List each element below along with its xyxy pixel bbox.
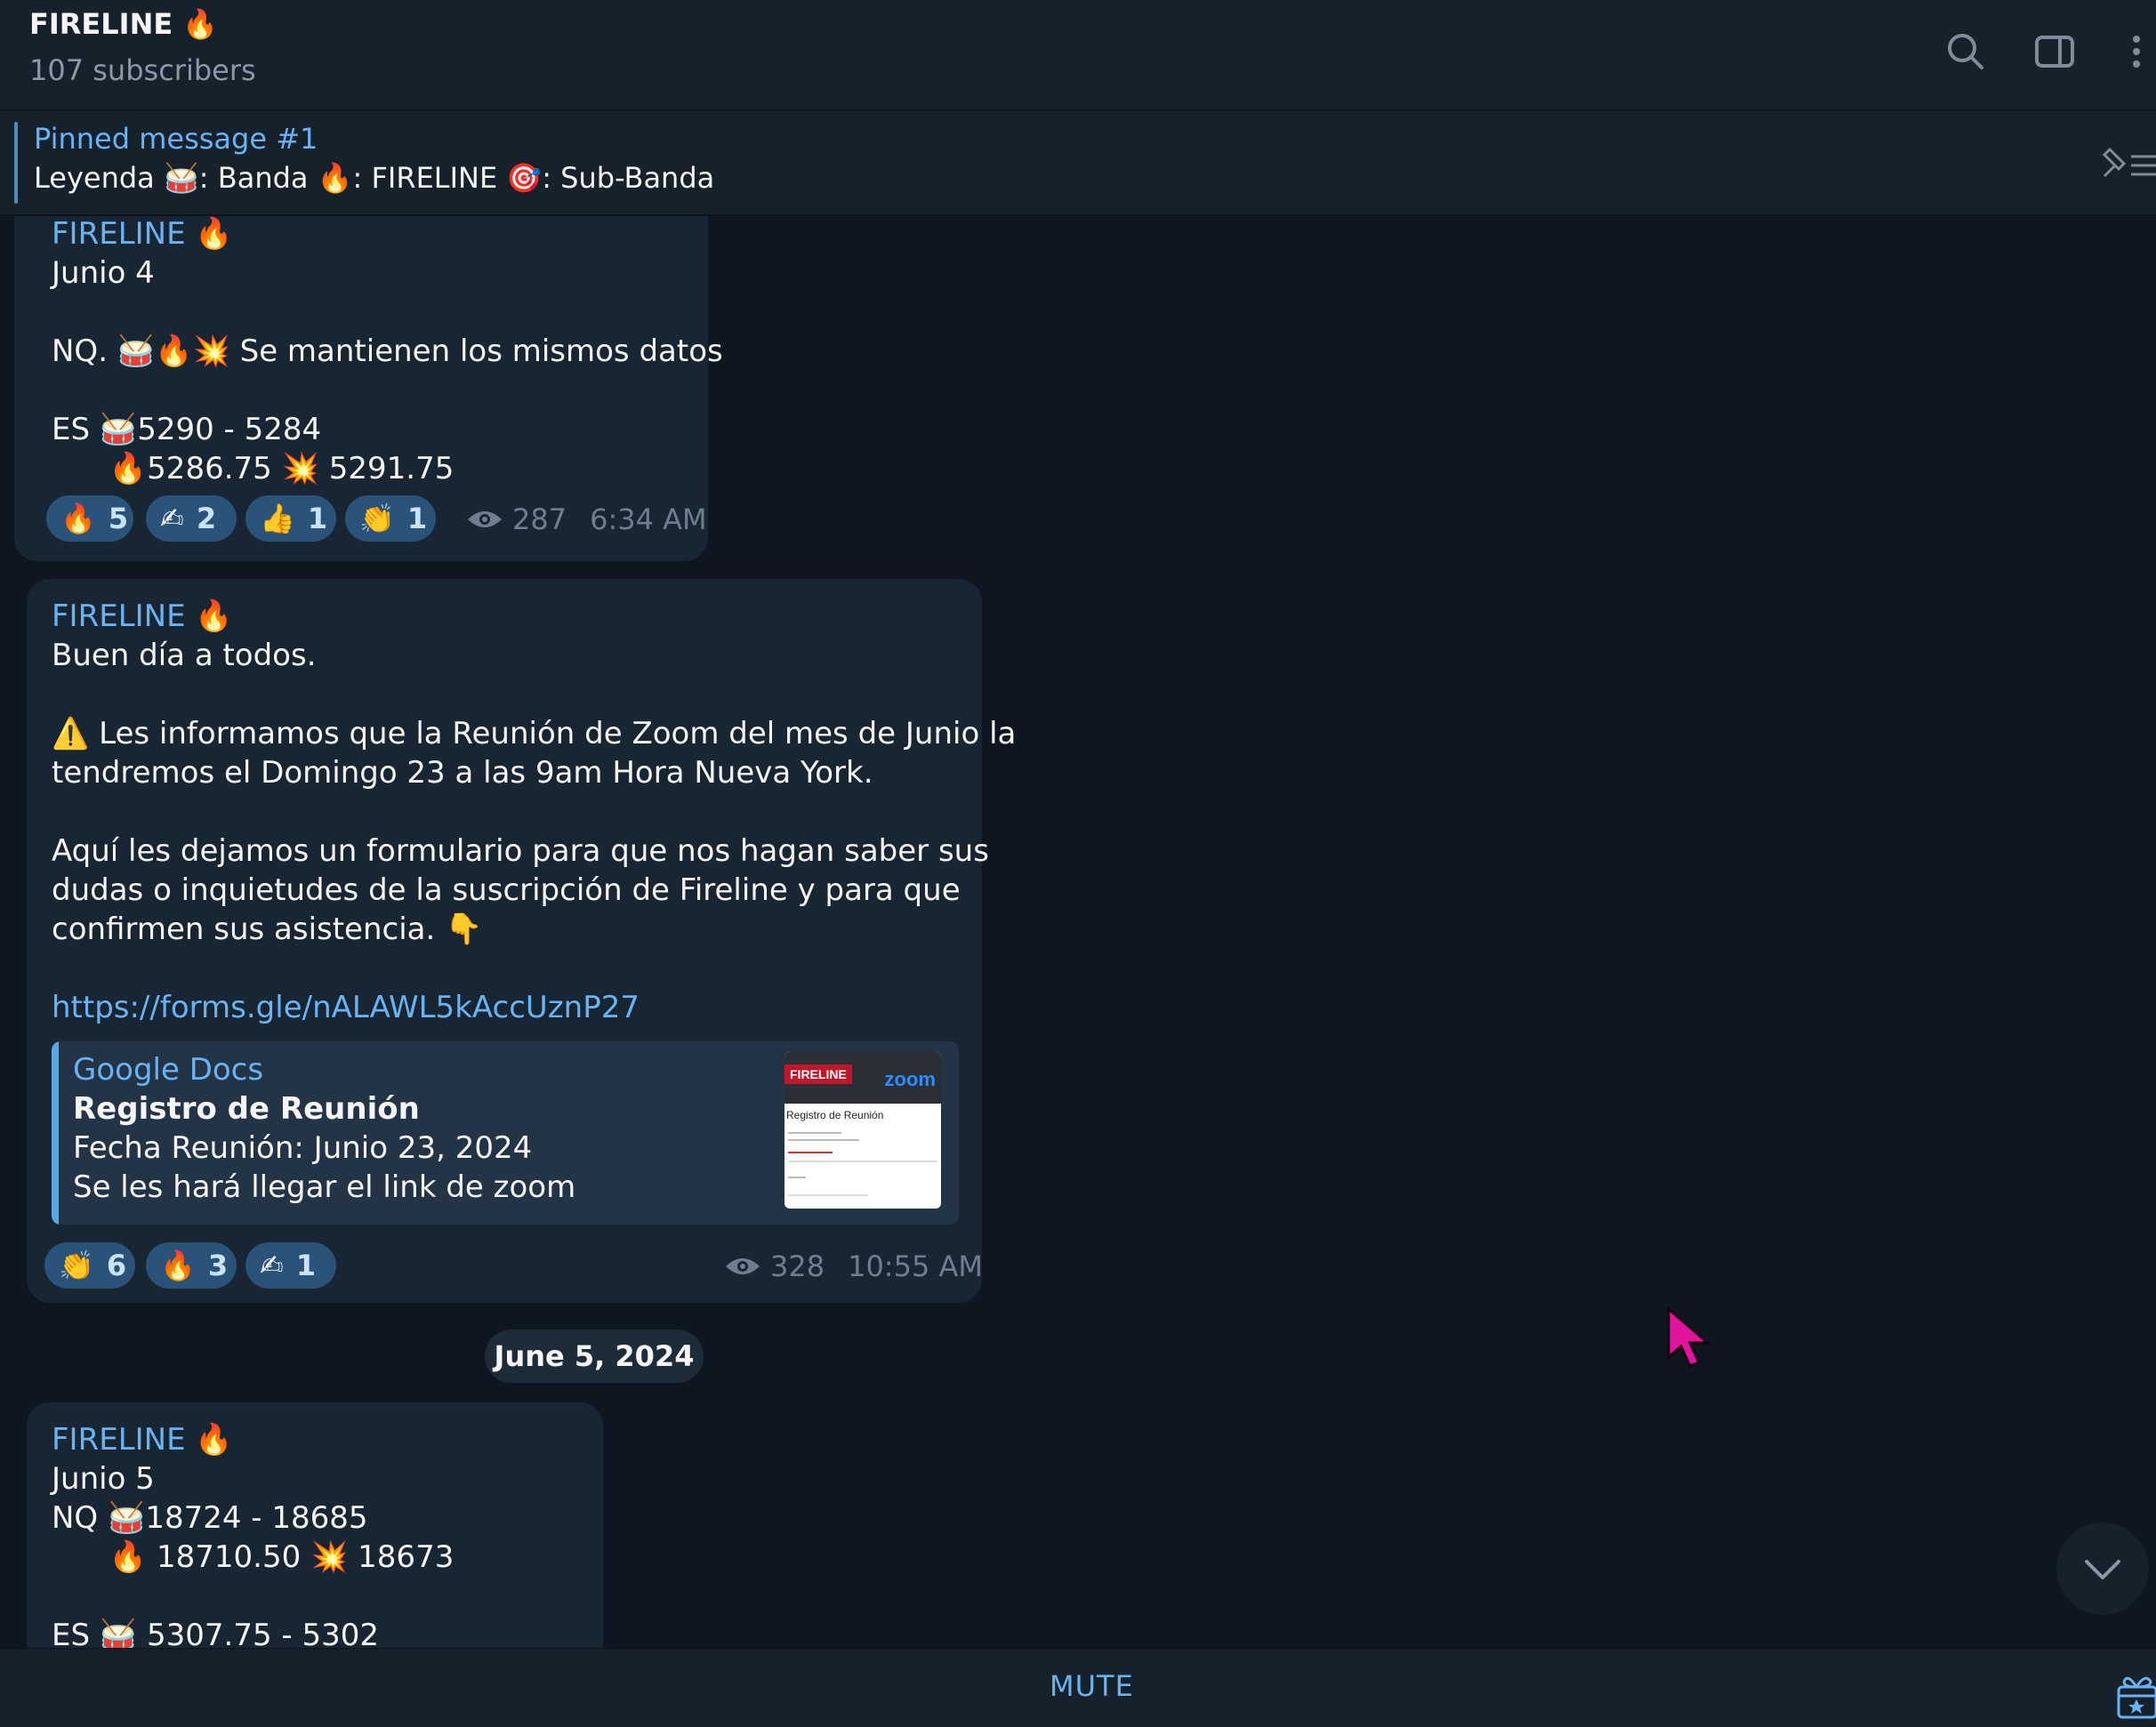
message-bubble[interactable]: FIRELINE 🔥 Junio 4 NQ. 🥁🔥💥 Se mantienen …: [14, 216, 723, 561]
thumbnail-title: Registro de Reunión: [786, 1109, 884, 1121]
chat-header[interactable]: FIRELINE 🔥 107 subscribers: [0, 0, 2156, 111]
message-bubble[interactable]: FIRELINE 🔥 Junio 5 NQ 🥁18724 - 18685 🔥 1…: [27, 1402, 603, 1648]
chat-history[interactable]: FIRELINE 🔥 Junio 4 NQ. 🥁🔥💥 Se mantienen …: [0, 216, 2156, 1648]
message-sender[interactable]: FIRELINE 🔥: [52, 216, 233, 252]
preview-accent-bar: [52, 1041, 59, 1225]
message-time: 10:55 AM: [848, 1249, 983, 1283]
message-line: ES 🥁5290 - 5284: [52, 412, 322, 447]
pinned-message-bar[interactable]: Pinned message #1 Leyenda 🥁: Banda 🔥: FI…: [0, 111, 2156, 216]
reaction-chip[interactable]: 👏 1: [345, 495, 436, 542]
preview-line: Se les hará llegar el link de zoom: [73, 1169, 576, 1205]
views-eye-icon: [468, 511, 502, 527]
message-sender[interactable]: FIRELINE 🔥: [52, 598, 233, 634]
date-separator: June 5, 2024: [485, 1329, 704, 1383]
scroll-to-bottom-button[interactable]: [2056, 1522, 2149, 1615]
preview-title: Registro de Reunión: [73, 1091, 420, 1127]
message-line: Buen día a todos.: [52, 638, 317, 673]
message-line: 🔥5286.75 💥 5291.75: [52, 451, 455, 486]
views-eye-icon: [726, 1258, 760, 1274]
reaction-count: 6: [106, 1249, 127, 1282]
message-bubble[interactable]: FIRELINE 🔥 Buen día a todos. ⚠️ Les info…: [27, 579, 1016, 1303]
reaction-emoji: ✍: [260, 1249, 284, 1282]
reaction-count: 1: [295, 1249, 317, 1282]
view-count: 328: [770, 1249, 825, 1283]
preview-thumbnail[interactable]: FIRELINE zoom Registro de Reunión: [784, 1052, 941, 1209]
message-time: 6:34 AM: [590, 502, 707, 536]
preview-line: Fecha Reunión: Junio 23, 2024: [73, 1130, 533, 1166]
form-link[interactable]: https://forms.gle/nALAWL5kAccUznP27: [52, 990, 640, 1025]
message-line: Junio 5: [52, 1461, 155, 1497]
reaction-count: 1: [406, 502, 428, 535]
reaction-emoji: 👏: [359, 502, 395, 535]
message-line: ⚠️ Les informamos que la Reunión de Zoom…: [52, 716, 1017, 751]
chevron-down-icon: [2085, 1560, 2120, 1579]
bottom-bar: MUTE: [0, 1648, 2156, 1727]
view-count: 287: [512, 502, 567, 536]
message-line: confirmen sus asistencia. 👇: [52, 912, 483, 947]
reaction-count: 2: [196, 502, 217, 535]
thumbnail-logo: FIRELINE: [784, 1064, 852, 1084]
reaction-emoji: 👍: [260, 502, 295, 535]
reaction-chip[interactable]: 🔥 5: [46, 495, 133, 542]
message-line: ES 🥁 5307.75 - 5302: [52, 1618, 380, 1648]
message-sender[interactable]: FIRELINE 🔥: [52, 1422, 233, 1458]
pinned-title: Pinned message #1: [34, 122, 318, 156]
message-line: 🔥 18710.50 💥 18673: [52, 1539, 455, 1575]
reaction-count: 3: [207, 1249, 229, 1282]
message-line: Aquí les dejamos un formulario para que …: [52, 833, 989, 869]
reaction-chip[interactable]: ✍ 1: [245, 1242, 336, 1289]
reaction-emoji: 🔥: [160, 1249, 196, 1282]
search-icon[interactable]: [1941, 27, 1991, 76]
reaction-chip[interactable]: 👍 1: [245, 495, 336, 542]
message-meta: 328 10:55 AM: [724, 1249, 983, 1283]
message-line: tendremos el Domingo 23 a las 9am Hora N…: [52, 755, 873, 791]
message-line: NQ 🥁18724 - 18685: [52, 1500, 368, 1536]
more-icon[interactable]: [2112, 27, 2154, 76]
mute-button[interactable]: MUTE: [1050, 1669, 1134, 1703]
message-line: Junio 4: [52, 255, 155, 291]
pinned-list-icon[interactable]: [2097, 141, 2156, 185]
reaction-count: 5: [108, 502, 129, 535]
reaction-chip[interactable]: ✍ 2: [146, 495, 237, 542]
reaction-emoji: 👏: [59, 1249, 94, 1282]
message-line: NQ. 🥁🔥💥 Se mantienen los mismos datos: [52, 333, 723, 369]
subscriber-count: 107 subscribers: [29, 53, 256, 87]
channel-title[interactable]: FIRELINE 🔥: [29, 7, 218, 41]
message-line: dudas o inquietudes de la suscripción de…: [52, 872, 961, 908]
preview-site: Google Docs: [73, 1052, 264, 1088]
zoom-logo: zoom: [884, 1068, 936, 1090]
pinned-text: Leyenda 🥁: Banda 🔥: FIRELINE 🎯: Sub-Band…: [34, 161, 715, 195]
reaction-emoji: ✍: [160, 502, 184, 535]
reaction-count: 1: [307, 502, 328, 535]
sidebar-toggle-icon[interactable]: [2030, 27, 2080, 76]
link-preview[interactable]: Google Docs Registro de Reunión Fecha Re…: [52, 1041, 959, 1225]
message-meta: 287 6:34 AM: [466, 502, 707, 536]
mouse-cursor-icon: [1667, 1307, 1712, 1368]
reaction-chip[interactable]: 👏 6: [44, 1242, 135, 1289]
reaction-emoji: 🔥: [60, 502, 96, 535]
pinned-indicator: [14, 122, 18, 204]
gift-icon[interactable]: [2115, 1669, 2156, 1719]
reaction-chip[interactable]: 🔥 3: [146, 1242, 237, 1289]
